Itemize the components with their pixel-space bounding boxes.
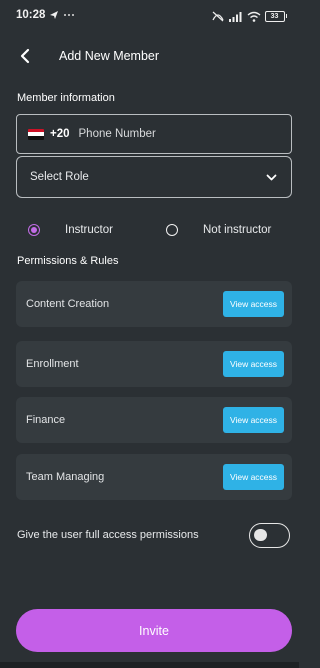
egypt-flag-icon[interactable] [28, 128, 44, 140]
clock-text: 10:28 [16, 9, 46, 21]
phone-number-input[interactable] [78, 128, 259, 140]
wifi-icon [247, 11, 260, 22]
radio-not-instructor[interactable]: Not instructor [166, 224, 271, 236]
toggle-knob [254, 529, 267, 541]
more-dots-icon [64, 14, 75, 16]
view-access-button[interactable]: View access [223, 464, 284, 490]
select-role-label: Select Role [30, 171, 89, 183]
permission-name: Enrollment [26, 358, 79, 370]
radio-instructor[interactable]: Instructor [28, 224, 113, 236]
chevron-down-icon [266, 174, 277, 181]
permissions-heading: Permissions & Rules [17, 255, 119, 267]
app-header: Add New Member [0, 40, 299, 74]
status-time: 10:28 [16, 9, 75, 21]
dial-code[interactable]: +20 [50, 128, 70, 140]
full-access-toggle[interactable] [249, 523, 290, 548]
page-title: Add New Member [59, 49, 160, 63]
full-access-label: Give the user full access permissions [17, 529, 199, 541]
view-access-button[interactable]: View access [223, 291, 284, 317]
battery-icon: 33 [264, 10, 287, 22]
status-bar: 10:28 33 [0, 0, 299, 40]
permission-item-enrollment: Enrollment View access [16, 341, 292, 387]
permission-name: Content Creation [26, 298, 110, 310]
add-member-screen: 10:28 33 Add New Member Member informati… [0, 0, 299, 668]
radio-not-instructor-label: Not instructor [203, 224, 272, 236]
radio-selected-indicator[interactable] [28, 224, 40, 236]
permission-item-team-managing: Team Managing View access [16, 454, 292, 500]
network-icon [211, 11, 224, 22]
status-icons: 33 [211, 7, 287, 25]
location-arrow-icon [50, 11, 59, 19]
permission-item-finance: Finance View access [16, 397, 292, 443]
member-information-heading: Member information [17, 92, 115, 104]
role-type-radio-group: Instructor Not instructor [0, 224, 299, 242]
permission-name: Team Managing [26, 471, 105, 483]
battery-level: 33 [264, 10, 285, 22]
select-role-dropdown[interactable]: Select Role [16, 156, 292, 198]
back-arrow-icon [20, 48, 30, 64]
radio-instructor-label: Instructor [65, 224, 113, 236]
back-button[interactable] [14, 45, 36, 67]
phone-number-field[interactable]: +20 [16, 114, 292, 154]
radio-unselected-indicator[interactable] [166, 224, 178, 236]
signal-icon [228, 11, 241, 22]
view-access-button[interactable]: View access [223, 407, 284, 433]
permission-name: Finance [26, 414, 66, 426]
navigation-bar [0, 662, 299, 668]
view-access-button[interactable]: View access [223, 351, 284, 377]
invite-button[interactable]: Invite [16, 609, 292, 652]
permission-item-content-creation: Content Creation View access [16, 281, 292, 327]
